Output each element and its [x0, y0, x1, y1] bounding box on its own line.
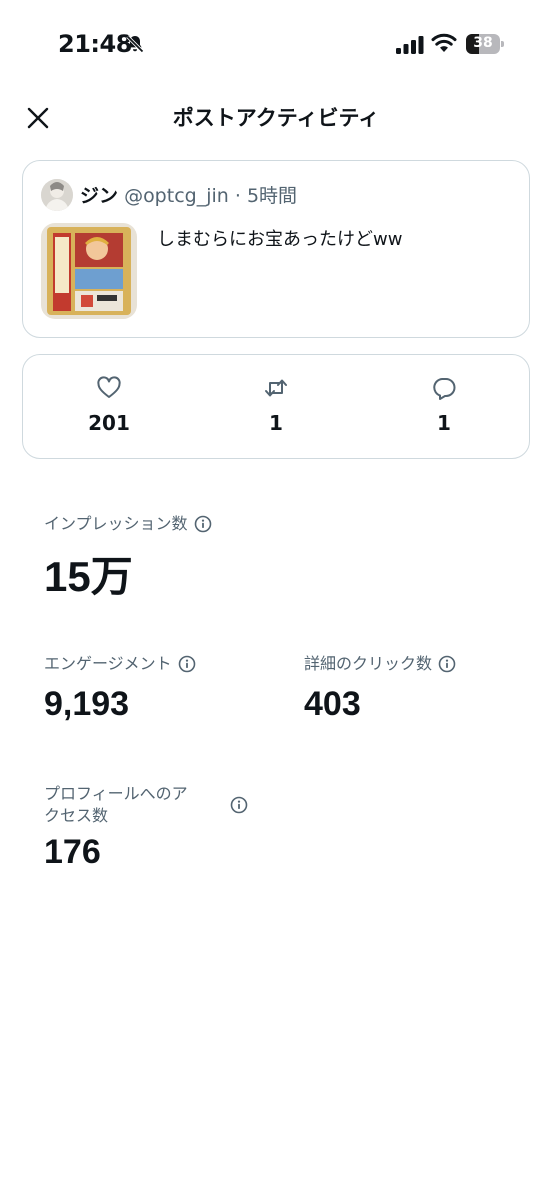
status-time: 21:48	[58, 30, 132, 58]
detail-clicks-metric: 詳細のクリック数 403	[304, 653, 456, 724]
header: ポストアクティビティ	[0, 90, 552, 144]
likes-count: 201	[88, 411, 130, 435]
info-icon[interactable]	[194, 515, 212, 533]
impressions-metric: インプレッション数 15万	[44, 513, 212, 604]
replies-count: 1	[437, 411, 451, 435]
status-bar: 21:48 38	[0, 0, 552, 90]
info-icon[interactable]	[230, 796, 248, 814]
impressions-value: 15万	[44, 553, 133, 600]
engagements-metric: エンゲージメント 9,193	[44, 653, 196, 724]
likes-stat[interactable]: 201	[49, 375, 169, 435]
info-icon[interactable]	[178, 655, 196, 673]
post-time: 5時間	[246, 185, 298, 207]
profile-visits-metric: プロフィールへのア クセス数 176	[44, 783, 254, 872]
author-name[interactable]: ジン	[80, 185, 118, 207]
impressions-label: インプレッション数	[44, 514, 188, 533]
profile-visits-label-line1: プロフィールへのア	[44, 784, 188, 803]
wifi-icon	[431, 33, 457, 52]
page-title: ポストアクティビティ	[172, 106, 380, 130]
author-handle[interactable]: @optcg_jin	[124, 185, 229, 207]
profile-visits-label-line2: クセス数	[44, 806, 109, 825]
post-thumbnail[interactable]	[41, 223, 137, 319]
repost-icon	[265, 379, 287, 397]
info-icon[interactable]	[438, 655, 456, 673]
engagements-value: 9,193	[44, 685, 130, 723]
avatar[interactable]	[41, 179, 73, 211]
profile-visits-value: 176	[44, 833, 101, 871]
replies-stat[interactable]: 1	[384, 375, 504, 435]
reposts-stat[interactable]: 1	[216, 375, 336, 435]
post-text: しまむらにお宝あったけどww	[157, 229, 403, 250]
signal-icon	[396, 36, 424, 54]
detail-clicks-value: 403	[304, 685, 361, 723]
profile-visits-label: プロフィールへのア クセス数	[44, 783, 234, 827]
battery-indicator: 38	[466, 34, 504, 54]
post-meta: ジン @optcg_jin · 5時間	[80, 181, 297, 208]
reply-icon	[433, 378, 456, 400]
engagements-label: エンゲージメント	[44, 654, 172, 673]
heart-icon	[97, 376, 121, 398]
battery-level: 38	[473, 35, 493, 51]
meta-separator: ·	[234, 185, 241, 207]
engagement-card: 201 1 1	[22, 354, 530, 459]
detail-clicks-label: 詳細のクリック数	[304, 654, 433, 673]
bell-slash-icon	[126, 35, 144, 53]
reposts-count: 1	[269, 411, 283, 435]
post-card[interactable]: ジン @optcg_jin · 5時間 しまむらにお宝あったけどww	[22, 160, 530, 338]
